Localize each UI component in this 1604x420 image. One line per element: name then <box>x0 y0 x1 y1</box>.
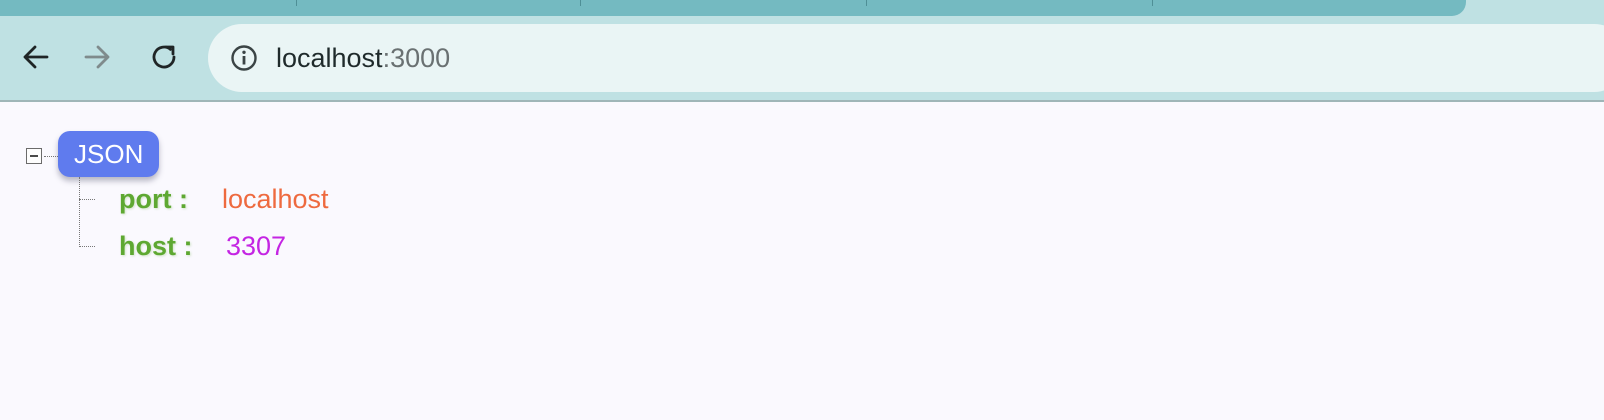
address-bar[interactable]: localhost:3000 <box>208 24 1604 92</box>
tree-connector <box>44 156 58 157</box>
active-tab[interactable] <box>0 0 1466 16</box>
address-host: localhost <box>276 43 383 73</box>
address-port: :3000 <box>382 43 451 73</box>
tree-connector <box>79 246 95 247</box>
tree-row-value: 3307 <box>226 231 287 261</box>
collapse-toggle[interactable] <box>26 148 42 164</box>
tab-separator <box>866 0 867 6</box>
json-tree-viewer: JSON port : localhost host : 3307 <box>0 102 1604 420</box>
tree-row-value: localhost <box>222 184 329 214</box>
forward-button[interactable] <box>77 36 119 78</box>
tree-row-key: host : <box>119 231 193 261</box>
info-icon[interactable] <box>230 44 258 72</box>
reload-button[interactable] <box>143 36 185 78</box>
tree-row-key: port : <box>119 184 188 214</box>
tree-connector <box>79 199 95 200</box>
reload-icon <box>152 45 176 69</box>
browser-toolbar: localhost:3000 <box>0 16 1604 102</box>
tab-separator <box>1152 0 1153 6</box>
arrow-right-icon <box>84 45 110 69</box>
back-button[interactable] <box>14 36 56 78</box>
json-root-node[interactable]: JSON <box>58 131 160 177</box>
tab-separator <box>580 0 581 6</box>
arrow-left-icon <box>23 45 49 69</box>
tab-separator <box>296 0 297 6</box>
tab-strip <box>0 0 1604 16</box>
address-url[interactable]: localhost:3000 <box>276 24 450 92</box>
tree-vertical-line <box>79 177 80 247</box>
